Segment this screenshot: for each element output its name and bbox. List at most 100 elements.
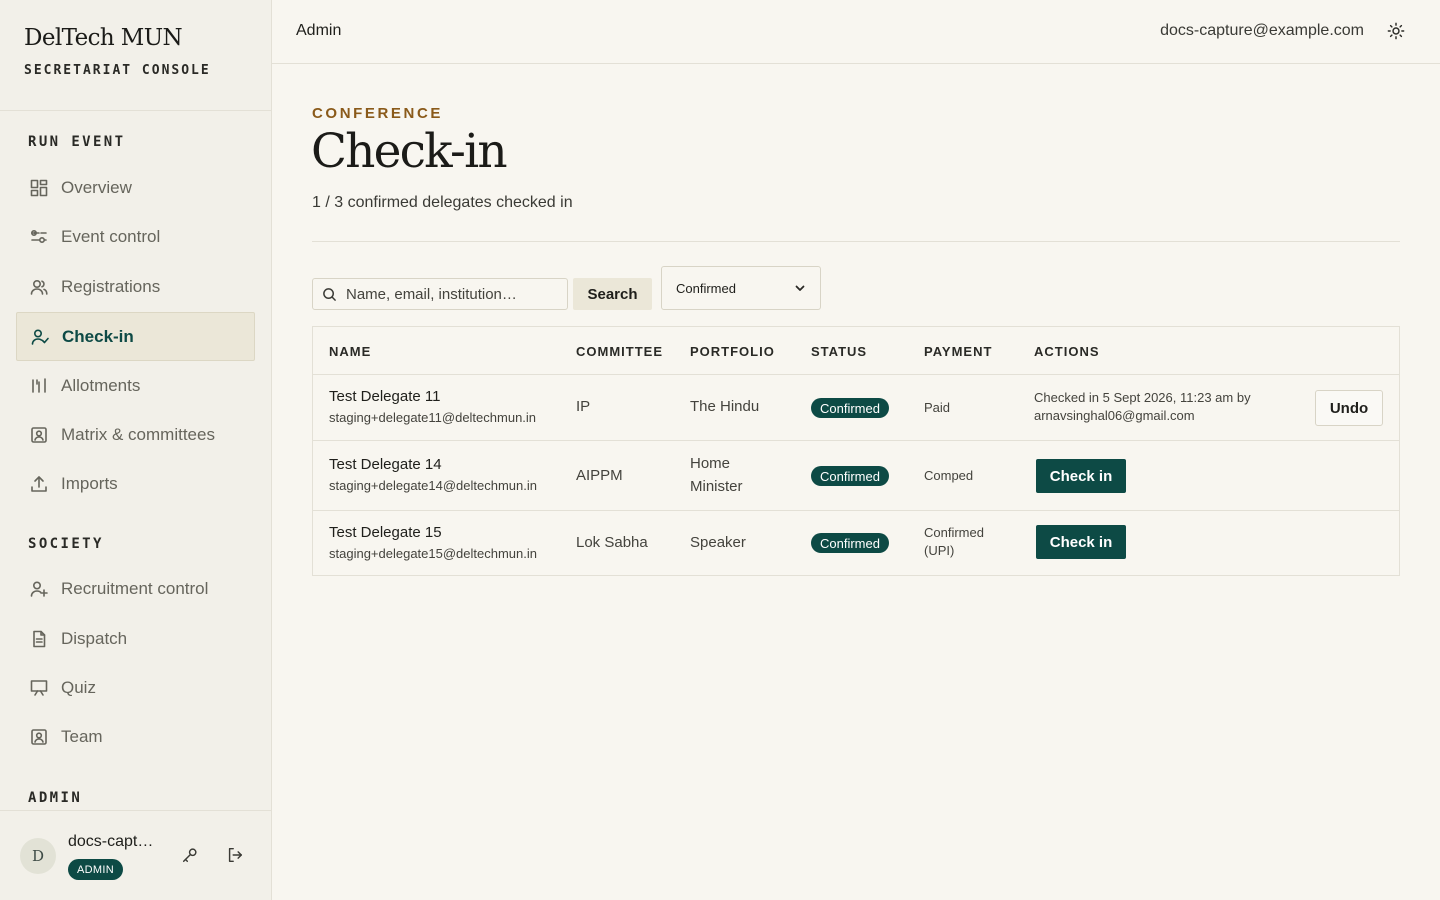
status-filter-select[interactable]: Confirmed bbox=[661, 266, 821, 310]
search-icon bbox=[323, 287, 336, 301]
page-eyebrow: CONFERENCE bbox=[312, 105, 444, 122]
page-subtitle: 1 / 3 confirmed delegates checked in bbox=[312, 194, 573, 211]
portfolio-cell: Speaker bbox=[690, 534, 746, 551]
sidebar-item-quiz[interactable]: Quiz bbox=[16, 663, 255, 712]
sidebar-item-dispatch[interactable]: Dispatch bbox=[16, 614, 255, 663]
account-email[interactable]: docs-capture@example.com bbox=[1160, 22, 1364, 40]
sidebar-item-label: Registrations bbox=[61, 276, 161, 296]
logout-icon[interactable] bbox=[226, 846, 246, 866]
column-header-portfolio: PORTFOLIO bbox=[690, 344, 775, 359]
status-cell: Confirmed bbox=[811, 398, 889, 418]
sidebar-item-allotments[interactable]: Allotments bbox=[16, 361, 255, 410]
delegate-name: Test Delegate 14 bbox=[329, 456, 442, 473]
status-badge: Confirmed bbox=[811, 533, 889, 553]
delegate-name: Test Delegate 15 bbox=[329, 524, 442, 541]
section-label-society: SOCIETY bbox=[28, 536, 104, 552]
sidebar-item-registrations[interactable]: Registrations bbox=[16, 262, 255, 311]
portfolio-cell: The Hindu bbox=[690, 398, 760, 415]
payment-cell: Confirmed (UPI) bbox=[924, 525, 984, 558]
sidebar-item-recruitment-control[interactable]: Recruitment control bbox=[16, 564, 255, 613]
table-row: Test Delegate 15 staging+delegate15@delt… bbox=[313, 511, 1399, 575]
checked-in-note: Checked in 5 Sept 2026, 11:23 am by arna… bbox=[1034, 390, 1251, 423]
search-field[interactable] bbox=[312, 278, 568, 310]
delegate-email: staging+delegate14@deltechmun.in bbox=[329, 478, 537, 493]
sidebar-item-label: Event control bbox=[61, 226, 161, 246]
users-icon bbox=[29, 277, 49, 297]
sidebar-item-team[interactable]: Team bbox=[16, 712, 255, 761]
id-badge-icon bbox=[29, 425, 49, 445]
sidebar-item-label: Imports bbox=[61, 473, 118, 493]
key-icon[interactable] bbox=[181, 846, 201, 866]
name-cell: Test Delegate 11 staging+delegate11@delt… bbox=[329, 388, 536, 425]
delegate-email: staging+delegate11@deltechmun.in bbox=[329, 410, 537, 425]
name-cell: Test Delegate 15 staging+delegate15@delt… bbox=[329, 524, 537, 561]
sidebar-item-label: Recruitment control bbox=[61, 578, 209, 598]
column-header-name: NAME bbox=[329, 344, 372, 359]
payment-cell: Comped bbox=[924, 468, 974, 483]
search-button[interactable]: Search bbox=[573, 278, 652, 310]
chevron-down-icon bbox=[794, 282, 806, 294]
sidebar-item-event-control[interactable]: Event control bbox=[16, 212, 255, 261]
columns-icon bbox=[29, 376, 49, 396]
status-badge: Confirmed bbox=[811, 466, 889, 486]
status-cell: Confirmed bbox=[811, 533, 889, 553]
committee-cell: Lok Sabha bbox=[576, 534, 648, 551]
sidebar-item-label: Overview bbox=[61, 177, 132, 197]
dashboard-icon bbox=[29, 178, 49, 198]
sidebar-item-imports[interactable]: Imports bbox=[16, 459, 255, 508]
user-name: docs-capt… bbox=[68, 833, 154, 850]
payment-cell: Paid bbox=[924, 400, 951, 415]
column-header-committee: COMMITTEE bbox=[576, 344, 663, 359]
id-badge-icon bbox=[29, 727, 49, 747]
table-header: NAME COMMITTEE PORTFOLIO STATUS PAYMENT … bbox=[313, 327, 1399, 375]
sidebar-item-matrix-committees[interactable]: Matrix & committees bbox=[16, 410, 255, 459]
sidebar-item-label: Check-in bbox=[62, 326, 134, 346]
table-row: Test Delegate 14 staging+delegate14@delt… bbox=[313, 441, 1399, 511]
committee-cell: AIPPM bbox=[576, 467, 623, 484]
brand-subtitle: SECRETARIAT CONSOLE bbox=[24, 63, 211, 78]
sun-icon[interactable] bbox=[1387, 22, 1405, 40]
search-input[interactable] bbox=[346, 285, 546, 303]
table-row: Test Delegate 11 staging+delegate11@delt… bbox=[313, 375, 1399, 441]
sidebar-item-label: Quiz bbox=[61, 677, 96, 697]
delegate-name: Test Delegate 11 bbox=[329, 388, 441, 405]
presentation-icon bbox=[29, 678, 49, 698]
avatar[interactable]: D bbox=[20, 838, 56, 874]
sidebar: DelTech MUN SECRETARIAT CONSOLE RUN EVEN… bbox=[0, 0, 272, 900]
document-icon bbox=[29, 629, 49, 649]
committee-cell: IP bbox=[576, 398, 591, 415]
delegates-table: NAME COMMITTEE PORTFOLIO STATUS PAYMENT … bbox=[312, 326, 1400, 576]
status-filter-value: Confirmed bbox=[676, 280, 736, 296]
sidebar-item-label: Team bbox=[61, 726, 103, 746]
sidebar-item-label: Dispatch bbox=[61, 628, 128, 648]
page-title: Check-in bbox=[311, 124, 508, 179]
role-badge: ADMIN bbox=[68, 859, 123, 880]
section-label-run-event: RUN EVENT bbox=[28, 134, 126, 150]
section-label-admin: ADMIN bbox=[28, 790, 83, 806]
status-cell: Confirmed bbox=[811, 466, 889, 486]
upload-icon bbox=[29, 474, 49, 494]
portfolio-cell: Home Minister bbox=[690, 455, 743, 495]
divider bbox=[312, 241, 1400, 242]
brand-name: DelTech MUN bbox=[24, 25, 183, 51]
sidebar-item-overview[interactable]: Overview bbox=[16, 163, 255, 212]
column-header-payment: PAYMENT bbox=[924, 344, 993, 359]
user-panel: D docs-capt… ADMIN bbox=[0, 810, 271, 900]
sidebar-item-label: Matrix & committees bbox=[61, 424, 215, 444]
sidebar-item-check-in[interactable]: Check-in bbox=[16, 312, 255, 361]
brand: DelTech MUN SECRETARIAT CONSOLE bbox=[0, 0, 271, 111]
column-header-actions: ACTIONS bbox=[1034, 344, 1100, 359]
undo-button[interactable]: Undo bbox=[1315, 390, 1383, 426]
user-check-icon bbox=[30, 327, 50, 347]
check-in-button[interactable]: Check in bbox=[1036, 459, 1126, 493]
sliders-icon bbox=[29, 227, 49, 247]
name-cell: Test Delegate 14 staging+delegate14@delt… bbox=[329, 456, 537, 493]
sidebar-item-label: Allotments bbox=[61, 375, 141, 395]
delegate-email: staging+delegate15@deltechmun.in bbox=[329, 546, 537, 561]
breadcrumb[interactable]: Admin bbox=[296, 22, 341, 40]
user-plus-icon bbox=[29, 579, 49, 599]
check-in-button[interactable]: Check in bbox=[1036, 525, 1126, 559]
topbar: Admin docs-capture@example.com bbox=[272, 0, 1440, 64]
column-header-status: STATUS bbox=[811, 344, 868, 359]
status-badge: Confirmed bbox=[811, 398, 889, 418]
